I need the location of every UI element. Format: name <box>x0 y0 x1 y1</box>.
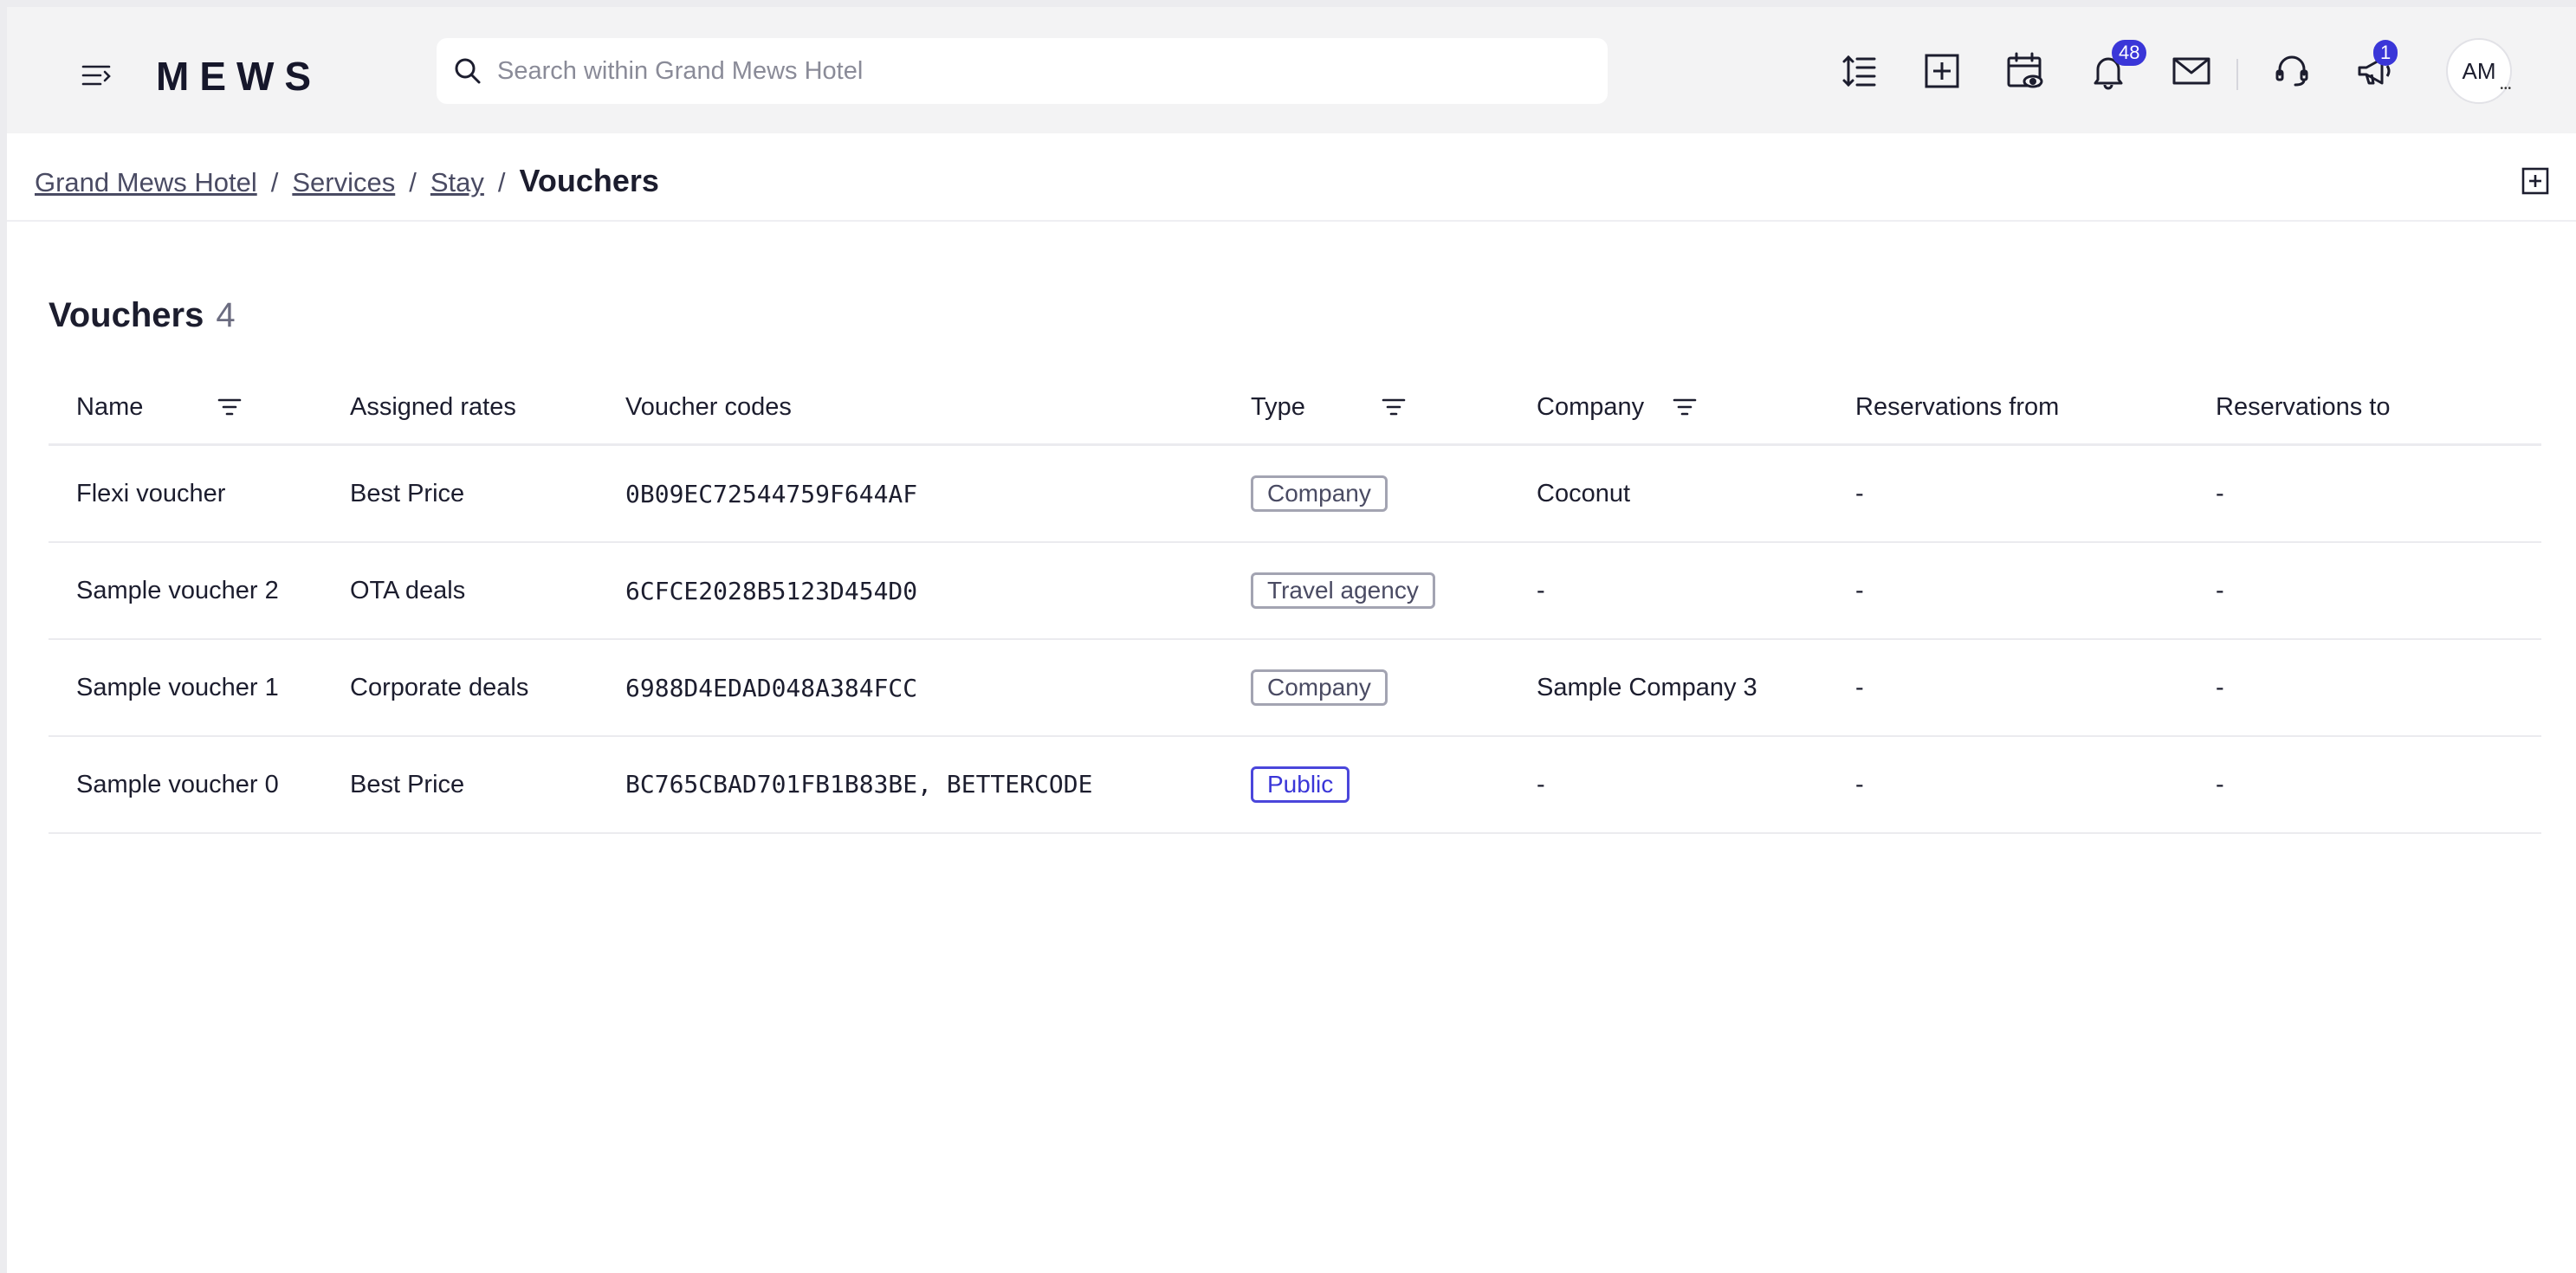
type-badge: Travel agency <box>1251 572 1435 609</box>
mews-logo[interactable]: MEWS <box>156 55 321 97</box>
cell-reservations-from: - <box>1855 639 2216 737</box>
vouchers-table: Name Assigned rates Voucher codes Type C… <box>49 371 2541 834</box>
table-header-row: Name Assigned rates Voucher codes Type C… <box>49 371 2541 446</box>
cell-reservations-to: - <box>2216 444 2541 543</box>
menu-toggle-icon[interactable] <box>80 59 114 94</box>
cell-company: Sample Company 3 <box>1537 639 1855 737</box>
breadcrumb-separator: / <box>409 167 417 197</box>
notifications-badge: 48 <box>2112 40 2147 66</box>
breadcrumb-link-stay[interactable]: Stay <box>430 167 484 198</box>
cell-reservations-to: - <box>2216 542 2541 640</box>
cell-company: - <box>1537 736 1855 834</box>
column-header-name: Name <box>49 371 350 446</box>
breadcrumb: Grand Mews Hotel / Services / Stay / Vou… <box>35 163 659 199</box>
cell-name: Sample voucher 2 <box>49 542 350 640</box>
voucher-count: 4 <box>216 296 236 334</box>
column-header-type: Type <box>1251 371 1537 446</box>
cell-name: Flexi voucher <box>49 444 350 543</box>
line-spacing-icon[interactable] <box>1833 45 1885 97</box>
cell-assigned-rates: Corporate deals <box>350 639 625 737</box>
type-badge: Company <box>1251 669 1388 706</box>
search-input[interactable] <box>495 55 1608 87</box>
calendar-view-icon[interactable] <box>1999 45 2051 97</box>
cell-assigned-rates: Best Price <box>350 736 625 834</box>
cell-voucher-codes: BC765CBAD701FB1B83BE, BETTERCODE <box>625 736 1251 834</box>
cell-reservations-from: - <box>1855 444 2216 543</box>
avatar-initials: AM <box>2462 57 2496 84</box>
table-row[interactable]: Sample voucher 2 OTA deals 6CFCE2028B512… <box>49 542 2541 640</box>
filter-icon[interactable] <box>217 394 243 420</box>
cell-assigned-rates: OTA deals <box>350 542 625 640</box>
filter-icon[interactable] <box>1672 394 1698 420</box>
type-badge: Public <box>1251 766 1350 803</box>
cell-voucher-codes: 6988D4EDAD048A384FCC <box>625 639 1251 737</box>
avatar-status-icon: ••• <box>2500 84 2512 94</box>
breadcrumb-separator: / <box>270 167 279 197</box>
cell-type: Company <box>1251 639 1537 737</box>
cell-name: Sample voucher 1 <box>49 639 350 737</box>
column-label: Company <box>1537 392 1645 421</box>
column-label: Name <box>76 392 144 421</box>
breadcrumb-link-services[interactable]: Services <box>292 167 395 198</box>
cell-reservations-from: - <box>1855 542 2216 640</box>
support-headset-icon[interactable] <box>2266 45 2318 97</box>
announcements-badge: 1 <box>2373 40 2398 66</box>
cell-company: - <box>1537 542 1855 640</box>
cell-type: Public <box>1251 736 1537 834</box>
page-title: Vouchers 4 <box>49 296 236 335</box>
column-header-assigned-rates: Assigned rates <box>350 371 625 446</box>
notifications-bell-icon[interactable]: 48 <box>2082 40 2147 97</box>
search-bar[interactable] <box>437 38 1608 104</box>
user-avatar[interactable]: AM ••• <box>2446 38 2512 104</box>
table-row[interactable]: Sample voucher 0 Best Price BC765CBAD701… <box>49 736 2541 834</box>
breadcrumb-bar: Grand Mews Hotel / Services / Stay / Vou… <box>7 133 2576 222</box>
filter-icon[interactable] <box>1381 394 1407 420</box>
column-header-reservations-to: Reservations to <box>2216 371 2541 446</box>
cell-name: Sample voucher 0 <box>49 736 350 834</box>
table-row[interactable]: Sample voucher 1 Corporate deals 6988D4E… <box>49 639 2541 737</box>
search-icon <box>455 58 481 84</box>
toolbar-divider <box>2236 59 2238 90</box>
type-badge: Company <box>1251 475 1388 512</box>
add-voucher-icon[interactable] <box>2521 166 2550 196</box>
announcements-megaphone-icon[interactable]: 1 <box>2349 40 2401 97</box>
column-header-voucher-codes: Voucher codes <box>625 371 1251 446</box>
breadcrumb-link-hotel[interactable]: Grand Mews Hotel <box>35 167 257 198</box>
cell-reservations-to: - <box>2216 736 2541 834</box>
add-square-icon[interactable] <box>1916 45 1968 97</box>
voucher-codes-text: BC765CBAD701FB1B83BE, BETTERCODE <box>625 770 1093 798</box>
cell-type: Travel agency <box>1251 542 1537 640</box>
column-header-company: Company <box>1537 371 1855 446</box>
table-row[interactable]: Flexi voucher Best Price 0B09EC72544759F… <box>49 444 2541 543</box>
cell-type: Company <box>1251 444 1537 543</box>
breadcrumb-current: Vouchers <box>519 163 659 198</box>
cell-assigned-rates: Best Price <box>350 444 625 543</box>
cell-reservations-from: - <box>1855 736 2216 834</box>
mail-icon[interactable] <box>2165 45 2217 97</box>
cell-voucher-codes: 6CFCE2028B5123D454D0 <box>625 542 1251 640</box>
breadcrumb-separator: / <box>497 167 506 197</box>
column-header-reservations-from: Reservations from <box>1855 371 2216 446</box>
page-title-text: Vouchers <box>49 296 204 334</box>
column-label: Type <box>1251 392 1305 421</box>
top-bar: MEWS Search within Grand Mews Hotel 48 1… <box>7 7 2576 133</box>
cell-company: Coconut <box>1537 444 1855 543</box>
cell-reservations-to: - <box>2216 639 2541 737</box>
app-frame: MEWS Search within Grand Mews Hotel 48 1… <box>7 7 2576 1273</box>
cell-voucher-codes: 0B09EC72544759F644AF <box>625 444 1251 543</box>
